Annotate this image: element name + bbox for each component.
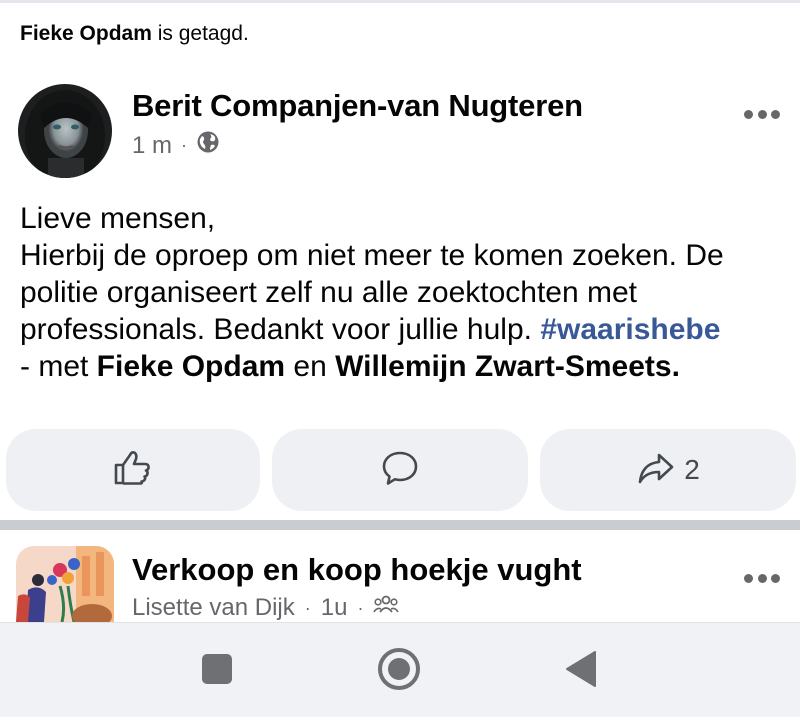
thumbs-up-icon	[112, 447, 154, 494]
tagged-name-link[interactable]: Fieke Opdam	[20, 22, 152, 45]
post-actions-bar: 2	[6, 429, 796, 511]
post-text-line: Hierbij de oproep om niet meer te komen …	[20, 239, 724, 272]
recents-button[interactable]	[193, 647, 241, 695]
system-navigation-bar	[0, 622, 800, 717]
group-post-timestamp[interactable]: 1u	[321, 594, 348, 622]
tagged-person-link[interactable]: Willemijn Zwart-Smeets.	[335, 350, 680, 383]
more-dot	[744, 109, 753, 119]
group-post-meta: Lisette van Dijk · 1u ·	[132, 594, 400, 622]
group-thumbnail[interactable]	[16, 546, 114, 622]
circle-icon	[376, 646, 422, 697]
meta-separator-dot: ·	[181, 135, 188, 155]
hashtag-link[interactable]: #waarishebe	[540, 313, 720, 346]
post-timestamp[interactable]: 1 m	[132, 132, 172, 160]
post-body: Lieve mensen, Hierbij de oproep om niet …	[20, 200, 790, 385]
back-button[interactable]	[557, 647, 605, 695]
post-text-line: Lieve mensen,	[20, 202, 216, 235]
tag-notice: Fieke Opdam is getagd.	[20, 22, 249, 46]
tag-notice-suffix: is getagd.	[151, 22, 249, 45]
post-meta: 1 m ·	[132, 130, 220, 161]
group-icon	[373, 594, 400, 622]
group-post-more-options-button[interactable]	[744, 572, 780, 584]
share-icon	[636, 448, 676, 493]
share-count: 2	[684, 454, 700, 485]
more-dot	[744, 573, 753, 583]
globe-icon	[196, 130, 220, 161]
more-dot	[771, 109, 780, 119]
post-text-line: professionals. Bedankt voor jullie hulp.…	[20, 311, 790, 348]
group-poster-name[interactable]: Lisette van Dijk	[132, 594, 295, 622]
like-button[interactable]	[6, 429, 260, 511]
more-dot	[757, 109, 767, 119]
with-prefix: - met	[20, 350, 97, 383]
meta-separator-dot: ·	[304, 597, 311, 618]
triangle-back-icon	[564, 650, 598, 693]
post-author-name[interactable]: Berit Companjen-van Nugteren	[132, 88, 583, 124]
home-button[interactable]	[375, 647, 423, 695]
more-dot	[771, 573, 780, 583]
more-dot	[757, 573, 767, 583]
share-button[interactable]: 2	[540, 429, 796, 511]
author-avatar[interactable]	[18, 84, 112, 178]
group-name-link[interactable]: Verkoop en koop hoekje vught	[132, 552, 582, 588]
comment-icon	[380, 448, 420, 493]
top-divider	[0, 0, 800, 3]
post-text-line: - met Fieke Opdam en Willemijn Zwart-Sme…	[20, 348, 790, 385]
tagged-person-link[interactable]: Fieke Opdam	[97, 350, 285, 383]
feed-separator	[0, 520, 800, 530]
meta-separator-dot: ·	[357, 597, 364, 618]
post-text-segment: professionals. Bedankt voor jullie hulp.	[20, 313, 541, 346]
post-text-line: politie organiseert zelf nu alle zoektoc…	[20, 276, 638, 309]
post-more-options-button[interactable]	[744, 108, 780, 120]
conjunction-text: en	[285, 350, 336, 383]
comment-button[interactable]	[272, 429, 528, 511]
square-icon	[200, 652, 234, 691]
